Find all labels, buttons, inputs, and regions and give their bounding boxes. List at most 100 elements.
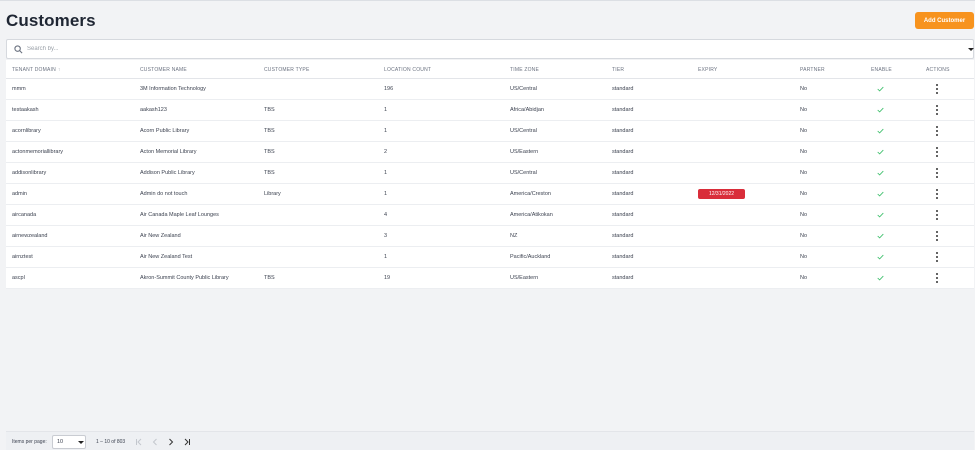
search-icon: [14, 45, 23, 54]
table-row[interactable]: actonmemoriallibrary Acton Memorial Libra…: [6, 142, 974, 163]
last-page-button[interactable]: [182, 437, 191, 446]
column-header-customer-name[interactable]: CUSTOMER NAME: [140, 67, 187, 73]
column-header-customer-type[interactable]: CUSTOMER TYPE: [264, 67, 309, 73]
table-row[interactable]: mmm 3M Information Technology 196 US/Centra…: [6, 79, 974, 100]
cell-time-zone: America/Atikokan: [510, 212, 553, 218]
previous-page-icon: [152, 438, 157, 445]
cell-customer-type: TBS: [264, 128, 275, 134]
cell-tier: standard: [612, 275, 634, 281]
table-row[interactable]: airnewzealand Air New Zealand 3 NZ standard N…: [6, 226, 974, 247]
cell-location-count: 1: [384, 254, 388, 260]
cell-customer-type: Library: [264, 191, 281, 197]
items-per-page-select[interactable]: 10: [52, 435, 86, 449]
cell-partner: No: [800, 149, 808, 155]
cell-tenant-domain: acornlibrary: [12, 128, 41, 134]
more-actions-icon[interactable]: [935, 189, 939, 199]
first-page-icon: [135, 438, 141, 445]
cell-time-zone: US/Central: [510, 128, 537, 134]
column-header-tier[interactable]: TIER: [612, 67, 624, 73]
cell-customer-name: Acton Memorial Library: [140, 149, 197, 155]
more-actions-icon[interactable]: [935, 105, 939, 115]
add-customer-button[interactable]: Add Customer: [915, 12, 974, 29]
more-actions-icon[interactable]: [935, 273, 939, 283]
table-row[interactable]: addisonlibrary Addison Public Library TBS 1…: [6, 163, 974, 184]
search-bar[interactable]: [6, 39, 974, 59]
cell-tenant-domain: addisonlibrary: [12, 170, 47, 176]
next-page-icon: [168, 438, 173, 445]
cell-tenant-domain: mmm: [12, 86, 26, 92]
cell-partner: No: [800, 128, 808, 134]
more-actions-icon[interactable]: [935, 231, 939, 241]
column-header-location-count[interactable]: LOCATION COUNT: [384, 67, 431, 73]
cell-partner: No: [800, 107, 808, 113]
cell-customer-name: Air New Zealand: [140, 233, 181, 239]
cell-customer-name: Akron-Summit County Public Library: [140, 275, 229, 281]
first-page-button[interactable]: [134, 437, 143, 446]
column-header-enable[interactable]: ENABLE: [871, 67, 892, 73]
cell-partner: No: [800, 254, 808, 260]
cell-tenant-domain: actonmemoriallibrary: [12, 149, 64, 155]
cell-tenant-domain: airnewzealand: [12, 233, 48, 239]
column-header-time-zone[interactable]: TIME ZONE: [510, 67, 539, 73]
search-dropdown-caret-icon[interactable]: [968, 48, 974, 51]
enabled-check-icon: [877, 128, 884, 134]
next-page-button[interactable]: [166, 437, 175, 446]
more-actions-icon[interactable]: [935, 210, 939, 220]
cell-time-zone: US/Eastern: [510, 275, 539, 281]
previous-page-button[interactable]: [150, 437, 159, 446]
more-actions-icon[interactable]: [935, 168, 939, 178]
cell-time-zone: US/Eastern: [510, 149, 539, 155]
cell-location-count: 1: [384, 170, 388, 176]
cell-partner: No: [800, 86, 808, 92]
page-title: Customers: [6, 11, 96, 30]
cell-partner: No: [800, 191, 808, 197]
more-actions-icon[interactable]: [935, 84, 939, 94]
cell-tier: standard: [612, 191, 634, 197]
items-per-page-label: Items per page:: [12, 439, 47, 445]
cell-partner: No: [800, 275, 808, 281]
cell-tenant-domain: airnztest: [12, 254, 33, 260]
more-actions-icon[interactable]: [935, 147, 939, 157]
cell-time-zone: Pacific/Auckland: [510, 254, 551, 260]
cell-customer-type: TBS: [264, 170, 275, 176]
cell-customer-type: TBS: [264, 107, 275, 113]
cell-tier: standard: [612, 170, 634, 176]
customers-table: TENANT DOMAIN ↑ CUSTOMER NAME CUSTOMER TY…: [6, 60, 974, 289]
enabled-check-icon: [877, 275, 884, 281]
column-header-expiry[interactable]: EXPIRY: [698, 67, 717, 73]
cell-tier: standard: [612, 233, 634, 239]
cell-customer-name: aakash123: [140, 107, 167, 113]
enabled-check-icon: [877, 191, 884, 197]
column-header-tenant-domain[interactable]: TENANT DOMAIN ↑: [12, 67, 61, 73]
last-page-icon: [184, 438, 190, 445]
cell-time-zone: America/Creston: [510, 191, 551, 197]
column-header-actions: ACTIONS: [926, 67, 950, 73]
table-row[interactable]: ascpl Akron-Summit County Public Library T…: [6, 268, 974, 289]
cell-customer-name: 3M Information Technology: [140, 86, 206, 92]
cell-partner: No: [800, 233, 808, 239]
cell-location-count: 19: [384, 275, 391, 281]
table-row[interactable]: aircanada Air Canada Maple Leaf Lounges 4 A…: [6, 205, 974, 226]
more-actions-icon[interactable]: [935, 126, 939, 136]
search-input[interactable]: [27, 43, 947, 55]
sort-ascending-icon[interactable]: ↑: [58, 67, 61, 73]
top-divider: [0, 0, 975, 1]
table-header: TENANT DOMAIN ↑ CUSTOMER NAME CUSTOMER TY…: [6, 60, 974, 79]
table-row[interactable]: airnztest Air New Zealand Test 1 Pacific/Au…: [6, 247, 974, 268]
cell-location-count: 1: [384, 107, 388, 113]
cell-tier: standard: [612, 149, 634, 155]
table-row[interactable]: testaakash aakash123 TBS 1 Africa/Abidjan sta…: [6, 100, 974, 121]
cell-partner: No: [800, 170, 808, 176]
cell-time-zone: US/Central: [510, 86, 537, 92]
cell-customer-type: TBS: [264, 275, 275, 281]
column-header-partner[interactable]: PARTNER: [800, 67, 825, 73]
table-row[interactable]: admin Admin do not touch Library 1 America/C…: [6, 184, 974, 205]
expiry-badge: 12/31/2022: [698, 189, 745, 199]
cell-location-count: 3: [384, 233, 388, 239]
enabled-check-icon: [877, 107, 884, 113]
table-row[interactable]: acornlibrary Acorn Public Library TBS 1 US/C…: [6, 121, 974, 142]
header-label: TENANT DOMAIN: [12, 67, 56, 73]
more-actions-icon[interactable]: [935, 252, 939, 262]
cell-tenant-domain: testaakash: [12, 107, 39, 113]
cell-tier: standard: [612, 86, 634, 92]
